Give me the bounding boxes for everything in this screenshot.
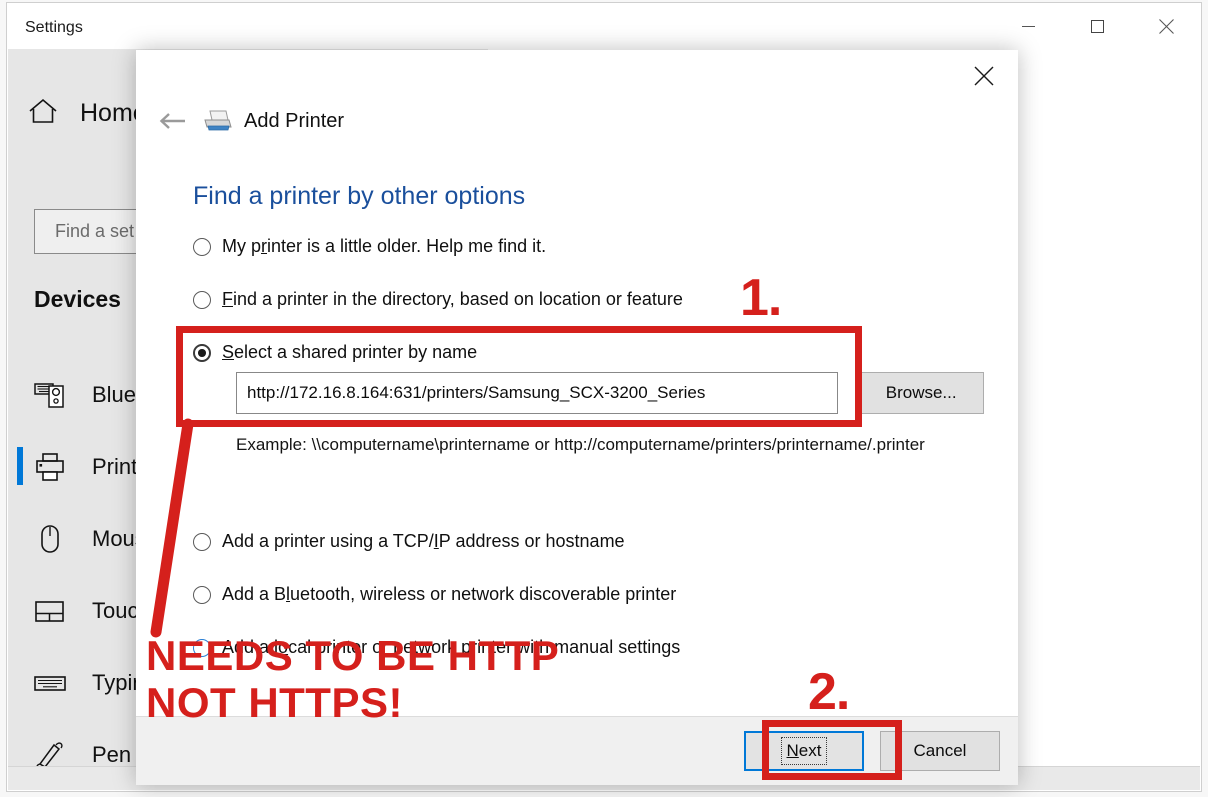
example-hint-text: Example: \\computername\printername or h… (236, 435, 925, 454)
option-label: Add a printer using a TCP/IP address or … (222, 531, 625, 551)
dialog-footer: Next Cancel (136, 716, 1018, 785)
radio-older-printer[interactable] (193, 238, 211, 256)
sidebar-home[interactable]: Home (28, 97, 147, 130)
radio-tcpip[interactable] (193, 533, 211, 551)
settings-titlebar: Settings (7, 3, 1201, 49)
close-icon[interactable] (1132, 3, 1201, 49)
close-icon[interactable] (954, 54, 1014, 98)
next-button[interactable]: Next (744, 731, 864, 771)
shared-printer-url-row: http://172.16.8.164:631/printers/Samsung… (236, 372, 984, 414)
dialog-title: Add Printer (244, 109, 345, 132)
radio-bluetooth-wireless[interactable] (193, 586, 211, 604)
dialog-footer-buttons: Next Cancel (744, 731, 1000, 771)
bluetooth-devices-icon (34, 379, 74, 411)
cancel-button-label: Cancel (913, 741, 967, 760)
settings-window-title: Settings (25, 19, 83, 36)
selection-indicator (17, 447, 23, 485)
dialog-header: Add Printer (152, 106, 344, 136)
printer-icon (34, 451, 74, 483)
radio-directory-search[interactable] (193, 291, 211, 309)
option-bluetooth-wireless[interactable]: Add a Bluetooth, wireless or network dis… (193, 583, 983, 636)
option-label: My printer is a little older. Help me fi… (222, 236, 547, 256)
sidebar-section-header: Devices (34, 286, 121, 312)
printer-options-group: My printer is a little older. Help me fi… (193, 235, 983, 689)
option-older-printer[interactable]: My printer is a little older. Help me fi… (193, 235, 983, 288)
dialog-heading: Find a printer by other options (193, 182, 526, 210)
back-arrow-icon[interactable] (152, 106, 194, 136)
sidebar-item-autoplay[interactable]: AutoPl (8, 791, 488, 797)
option-label: Find a printer in the directory, based o… (222, 289, 683, 309)
cancel-button[interactable]: Cancel (880, 731, 1000, 771)
touchpad-icon (34, 595, 74, 627)
printer-icon (200, 107, 234, 135)
annotation-callout-text: NEEDS TO BE HTTP NOT HTTPS! (146, 632, 560, 726)
browse-button-label: Browse... (885, 383, 957, 402)
screenshot-root: Settings Home Find a set Devices Blueto … (0, 0, 1208, 797)
home-icon (28, 97, 58, 130)
minimize-icon[interactable] (994, 3, 1063, 49)
window-controls (994, 3, 1201, 49)
next-button-label: Next (780, 737, 828, 765)
annotation-step-two: 2. (808, 663, 850, 721)
mouse-icon (34, 523, 74, 555)
option-tcpip[interactable]: Add a printer using a TCP/IP address or … (193, 530, 983, 583)
radio-shared-printer[interactable] (193, 344, 211, 362)
annotation-step-one: 1. (740, 269, 782, 327)
keyboard-icon (34, 667, 74, 699)
option-label: Select a shared printer by name (222, 342, 478, 362)
browse-button[interactable]: Browse... (858, 372, 984, 414)
shared-printer-name-input[interactable]: http://172.16.8.164:631/printers/Samsung… (236, 372, 839, 414)
option-label: Add a Bluetooth, wireless or network dis… (222, 584, 677, 604)
option-directory-search[interactable]: Find a printer in the directory, based o… (193, 288, 983, 341)
maximize-icon[interactable] (1063, 3, 1132, 49)
